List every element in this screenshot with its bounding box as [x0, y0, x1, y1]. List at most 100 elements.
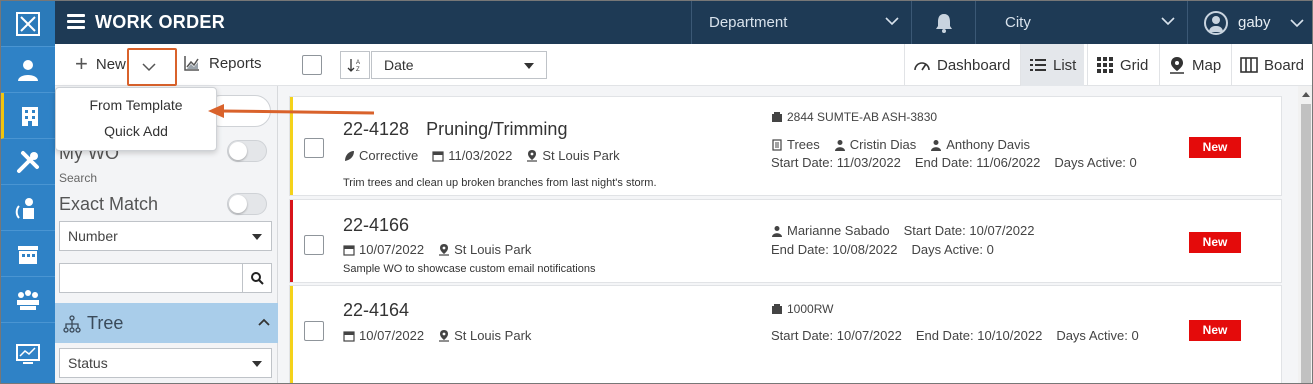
wo-number: 22-4164: [343, 300, 410, 320]
wo-date: 10/07/2022: [359, 328, 425, 343]
wo-location: St Louis Park: [542, 148, 620, 163]
notifications-button[interactable]: [911, 1, 975, 44]
wo-asset: 1000RW: [787, 302, 834, 316]
work-order-card[interactable]: 22-4128 Pruning/Trimming Corrective 11/0…: [289, 96, 1282, 196]
map-pin-icon: [1170, 57, 1184, 74]
app-window: WORK ORDER Department City gaby + New Re…: [0, 0, 1313, 384]
wo-end-date: End Date: 10/10/2022: [915, 328, 1043, 343]
exact-match-label: Exact Match: [59, 194, 159, 214]
chevron-down-icon: [1290, 19, 1304, 28]
person-icon[interactable]: [1, 47, 55, 93]
asset-icon: [772, 112, 782, 122]
board-icon: [1240, 57, 1258, 73]
search-button[interactable]: [242, 264, 271, 292]
building-icon[interactable]: [1, 93, 55, 139]
new-button[interactable]: + New: [75, 53, 126, 75]
search-caption: Search: [59, 171, 98, 185]
wo-days-active: Days Active: 0: [911, 242, 994, 257]
sort-field-select[interactable]: Date: [371, 51, 547, 79]
wo-assignee: Marianne Sabado: [787, 223, 890, 238]
category-icon: [772, 138, 782, 151]
work-order-card[interactable]: 22-4164 10/07/2022 St Louis Park 1000RW …: [289, 285, 1282, 383]
view-grid[interactable]: Grid: [1087, 44, 1156, 86]
view-board[interactable]: Board: [1231, 44, 1312, 86]
chevron-up-icon[interactable]: [258, 317, 270, 327]
scrollbar-thumb[interactable]: [1301, 104, 1311, 383]
wo-description: Sample WO to showcase custom email notif…: [343, 263, 596, 275]
department-dropdown[interactable]: Department: [691, 1, 911, 44]
new-dropdown-toggle[interactable]: [127, 48, 177, 86]
sort-field-value: Date: [384, 57, 414, 73]
new-label: New: [95, 55, 126, 73]
user-menu[interactable]: gaby: [1187, 1, 1312, 44]
menu-item-from-template[interactable]: From Template: [56, 97, 216, 113]
top-header: WORK ORDER Department City gaby: [55, 1, 1312, 44]
tree-label: Tree: [87, 313, 124, 333]
status-select[interactable]: Status: [59, 348, 272, 378]
wo-asset: 2844 SUMTE-AB ASH-3830: [787, 110, 938, 124]
chevron-down-icon: [885, 17, 899, 26]
location-pin-icon: [439, 243, 450, 256]
view-map[interactable]: Map: [1159, 44, 1229, 86]
wo-start-date: Start Date: 10/07/2022: [903, 223, 1035, 238]
view-list[interactable]: List: [1020, 44, 1085, 86]
wo-location: St Louis Park: [454, 328, 532, 343]
status-badge: New: [1189, 137, 1241, 158]
status-badge: New: [1189, 320, 1241, 341]
status-badge: New: [1189, 232, 1241, 253]
wo-assignee: Anthony Davis: [946, 137, 1031, 152]
list-toolbar: AZ Date Dashboard List Grid Map Board: [278, 44, 1312, 86]
avatar-icon: [1204, 11, 1228, 35]
row-checkbox[interactable]: [304, 235, 324, 255]
chart-icon: [184, 56, 199, 71]
store-icon[interactable]: [1, 231, 55, 277]
search-input[interactable]: [59, 263, 272, 293]
view-dashboard-label: Dashboard: [937, 56, 1011, 74]
wo-title: Pruning/Trimming: [426, 119, 568, 139]
new-dropdown-menu: From Template Quick Add: [55, 87, 217, 151]
tree-section-header[interactable]: Tree: [55, 303, 278, 343]
exact-match-toggle[interactable]: [227, 193, 267, 215]
view-dashboard[interactable]: Dashboard: [904, 44, 1018, 86]
leaf-icon: [345, 150, 354, 161]
wo-days-active: Days Active: 0: [1056, 328, 1139, 343]
city-dropdown[interactable]: City: [975, 1, 1187, 44]
wo-description: Trim trees and clean up broken branches …: [343, 177, 657, 189]
wo-type: Corrective: [359, 148, 419, 163]
reports-button[interactable]: Reports: [183, 54, 262, 72]
wo-end-date: End Date: 11/06/2022: [914, 155, 1041, 170]
work-order-list-area: AZ Date Dashboard List Grid Map Board 22…: [278, 44, 1312, 383]
gauge-icon: [914, 62, 930, 71]
tools-icon[interactable]: [1, 139, 55, 185]
user-name: gaby: [1238, 14, 1271, 31]
city-label: City: [1005, 14, 1031, 31]
menu-item-quick-add[interactable]: Quick Add: [56, 123, 216, 139]
sort-direction-button[interactable]: AZ: [340, 51, 370, 79]
select-all-checkbox[interactable]: [302, 55, 322, 75]
meeting-icon[interactable]: [1, 277, 55, 323]
search-field-select[interactable]: Number: [59, 221, 272, 251]
calendar-icon: [343, 244, 355, 256]
location-pin-icon: [527, 149, 538, 162]
wo-start-date: Start Date: 11/03/2022: [771, 155, 901, 170]
wo-category: Trees: [787, 137, 820, 152]
caret-down-icon: [252, 361, 262, 367]
scroll-up-icon[interactable]: [1302, 92, 1310, 97]
location-pin-icon: [439, 329, 450, 342]
search-icon: [251, 272, 264, 285]
status-select-value: Status: [68, 355, 108, 371]
wo-date: 10/07/2022: [359, 242, 425, 257]
filter-toolbar: + New Reports: [55, 44, 278, 86]
logo-icon[interactable]: [1, 1, 55, 47]
reports-label: Reports: [209, 54, 262, 72]
hamburger-menu-icon[interactable]: [67, 14, 85, 30]
my-wo-toggle[interactable]: [227, 140, 267, 162]
list-scrollbar[interactable]: [1298, 86, 1312, 383]
caret-down-icon: [524, 63, 534, 69]
work-order-card[interactable]: 22-4166 10/07/2022 St Louis Park Sample …: [289, 199, 1282, 283]
monitor-icon[interactable]: [1, 323, 55, 383]
row-checkbox[interactable]: [304, 138, 324, 158]
worker-icon[interactable]: [1, 185, 55, 231]
row-checkbox[interactable]: [304, 321, 324, 341]
chevron-down-icon: [142, 63, 156, 72]
